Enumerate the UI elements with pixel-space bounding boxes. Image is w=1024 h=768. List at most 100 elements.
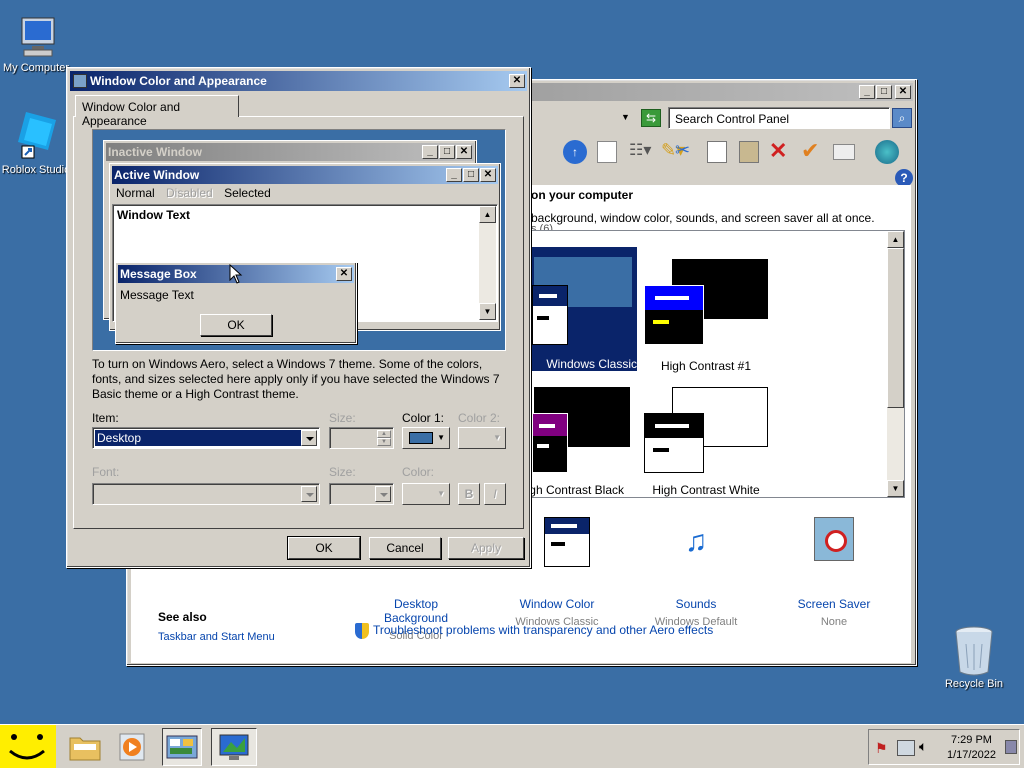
preview-close-icon: ✕ xyxy=(336,267,352,281)
volume-icon[interactable]: 🔈︎ xyxy=(919,738,937,756)
paste-icon[interactable] xyxy=(739,141,759,163)
minimize-button[interactable]: _ xyxy=(859,85,875,99)
delete-icon[interactable]: ✕ xyxy=(769,138,793,164)
search-icon[interactable]: ⌕ xyxy=(892,108,912,128)
theme-high-contrast-white[interactable]: High Contrast White xyxy=(642,379,772,503)
font-size-label: Size: xyxy=(329,465,356,479)
window-color-dialog: Window Color and Appearance ✕ Window Col… xyxy=(66,67,531,568)
network-icon[interactable] xyxy=(897,740,915,756)
scroll-thumb[interactable] xyxy=(887,248,904,408)
item-select-dropdown-arrow[interactable] xyxy=(301,430,317,446)
setting-label[interactable]: Sounds xyxy=(641,597,751,611)
display-icon xyxy=(219,734,249,760)
properties-icon[interactable] xyxy=(833,144,855,160)
action-center-flag-icon[interactable]: ⚑ xyxy=(875,740,891,756)
clock-date[interactable]: 1/17/2022 xyxy=(947,749,996,761)
taskbar-start-menu-link[interactable]: Taskbar and Start Menu xyxy=(158,631,275,643)
theme-preview-window xyxy=(532,413,568,473)
tab-window-color[interactable]: Window Color and Appearance xyxy=(75,95,239,128)
desktop-icon-label: Roblox Studio xyxy=(1,164,71,176)
setting-sounds[interactable]: ♫ Sounds Windows Default xyxy=(641,517,751,628)
computer-icon xyxy=(21,17,55,57)
window-color-icon xyxy=(544,517,590,567)
spinner-up-icon: ▲ xyxy=(377,430,391,438)
roblox-studio-icon xyxy=(18,112,56,159)
preview-msgbox-title: Message Box xyxy=(120,267,197,281)
item-select-value: Desktop xyxy=(95,430,301,446)
size-spinner: ▲ ▼ xyxy=(329,427,394,449)
chevron-down-icon xyxy=(301,486,317,502)
scroll-up-arrow[interactable]: ▲ xyxy=(887,231,904,248)
color2-label: Color 2: xyxy=(458,411,501,425)
preview-scrollbar: ▲ ▼ xyxy=(479,206,496,320)
media-player-icon xyxy=(119,733,145,761)
desktop-icon-my-computer[interactable]: My Computer xyxy=(0,16,72,74)
see-also-title: See also xyxy=(158,610,207,624)
control-panel-icon xyxy=(166,735,198,759)
italic-button: I xyxy=(484,483,506,505)
theme-list-scrollbar[interactable]: ▲ ▼ xyxy=(887,231,904,497)
preview-active-title: Active Window xyxy=(114,168,200,182)
views-icon[interactable]: ☷▾ xyxy=(629,140,657,164)
search-input[interactable]: Search Control Panel xyxy=(675,112,789,126)
preview-min-icon: _ xyxy=(446,168,462,182)
setting-label[interactable]: Screen Saver xyxy=(779,597,889,611)
page-heading: on your computer xyxy=(531,188,634,202)
setting-label[interactable]: Desktop Background xyxy=(361,597,471,625)
preview-close-icon: ✕ xyxy=(480,168,496,182)
show-desktop-icon[interactable] xyxy=(1005,740,1017,754)
cut-icon[interactable]: ✂ xyxy=(675,140,699,164)
chevron-down-icon: ▼ xyxy=(493,433,501,442)
close-button[interactable]: ✕ xyxy=(895,85,911,99)
dialog-close-button[interactable]: ✕ xyxy=(509,74,525,88)
ok-button[interactable]: OK xyxy=(287,536,361,560)
preview-min-icon: _ xyxy=(422,145,438,159)
font-label: Font: xyxy=(92,465,120,479)
tab-panel: Inactive Window _ □ ✕ Active Window _ □ … xyxy=(73,116,524,529)
theme-label: High Contrast White xyxy=(652,483,760,497)
theme-high-contrast-black[interactable]: High Contrast Black xyxy=(518,379,637,503)
cancel-button[interactable]: Cancel xyxy=(369,537,441,559)
dialog-titlebar: Window Color and Appearance ✕ xyxy=(70,71,527,91)
maximize-button[interactable]: □ xyxy=(876,85,892,99)
shield-icon xyxy=(355,623,369,639)
toolbar: ↑ ☷▾ ✎▾ ✂ ✕ ✔ xyxy=(527,138,907,166)
world-icon[interactable] xyxy=(875,140,899,164)
scroll-down-arrow[interactable]: ▼ xyxy=(887,480,904,497)
font-color-picker: ▼ xyxy=(402,483,450,505)
copy-icon[interactable] xyxy=(707,141,727,163)
folders-icon[interactable] xyxy=(597,141,617,163)
taskbar-personalization[interactable] xyxy=(211,728,257,766)
color1-swatch xyxy=(409,432,433,444)
theme-high-contrast-1[interactable]: High Contrast #1 xyxy=(642,247,772,373)
clock-time[interactable]: 7:29 PM xyxy=(951,734,992,746)
desktop-icon-roblox-studio[interactable]: Roblox Studio xyxy=(0,110,72,176)
chevron-down-icon: ▼ xyxy=(437,489,445,498)
theme-windows-classic[interactable]: Windows Classic xyxy=(532,247,637,371)
item-select[interactable]: Desktop xyxy=(92,427,320,449)
check-icon[interactable]: ✔ xyxy=(801,138,825,164)
preview-inactive-titlebar: Inactive Window _ □ ✕ xyxy=(106,143,474,161)
desktop-icon-recycle-bin[interactable]: Recycle Bin xyxy=(934,624,1014,690)
menu-selected: Selected xyxy=(224,186,271,200)
troubleshoot-link[interactable]: Troubleshoot problems with transparency … xyxy=(373,623,713,637)
taskbar-media-player[interactable] xyxy=(113,728,153,766)
refresh-icon[interactable]: ⇆ xyxy=(641,109,661,127)
up-icon[interactable]: ↑ xyxy=(563,140,587,164)
taskbar-control-panel[interactable] xyxy=(162,728,202,766)
address-dropdown-arrow[interactable]: ▼ xyxy=(621,112,633,124)
setting-label[interactable]: Window Color xyxy=(497,597,617,611)
setting-screen-saver[interactable]: Screen Saver None xyxy=(779,517,889,628)
dialog-title: Window Color and Appearance xyxy=(90,74,267,88)
preview-max-icon: □ xyxy=(439,145,455,159)
setting-value: None xyxy=(820,616,848,628)
search-field[interactable]: Search Control Panel xyxy=(668,107,890,129)
preview-menubar: Normal Disabled Selected xyxy=(112,186,275,202)
preview-msgbox-text: Message Text xyxy=(120,288,194,302)
taskbar-explorer[interactable] xyxy=(65,728,105,766)
mouse-cursor-icon xyxy=(229,264,243,284)
start-button[interactable] xyxy=(0,725,56,768)
font-color-label: Color: xyxy=(402,465,435,479)
color1-picker[interactable]: ▼ xyxy=(402,427,450,449)
preview-scroll-up: ▲ xyxy=(479,206,496,223)
